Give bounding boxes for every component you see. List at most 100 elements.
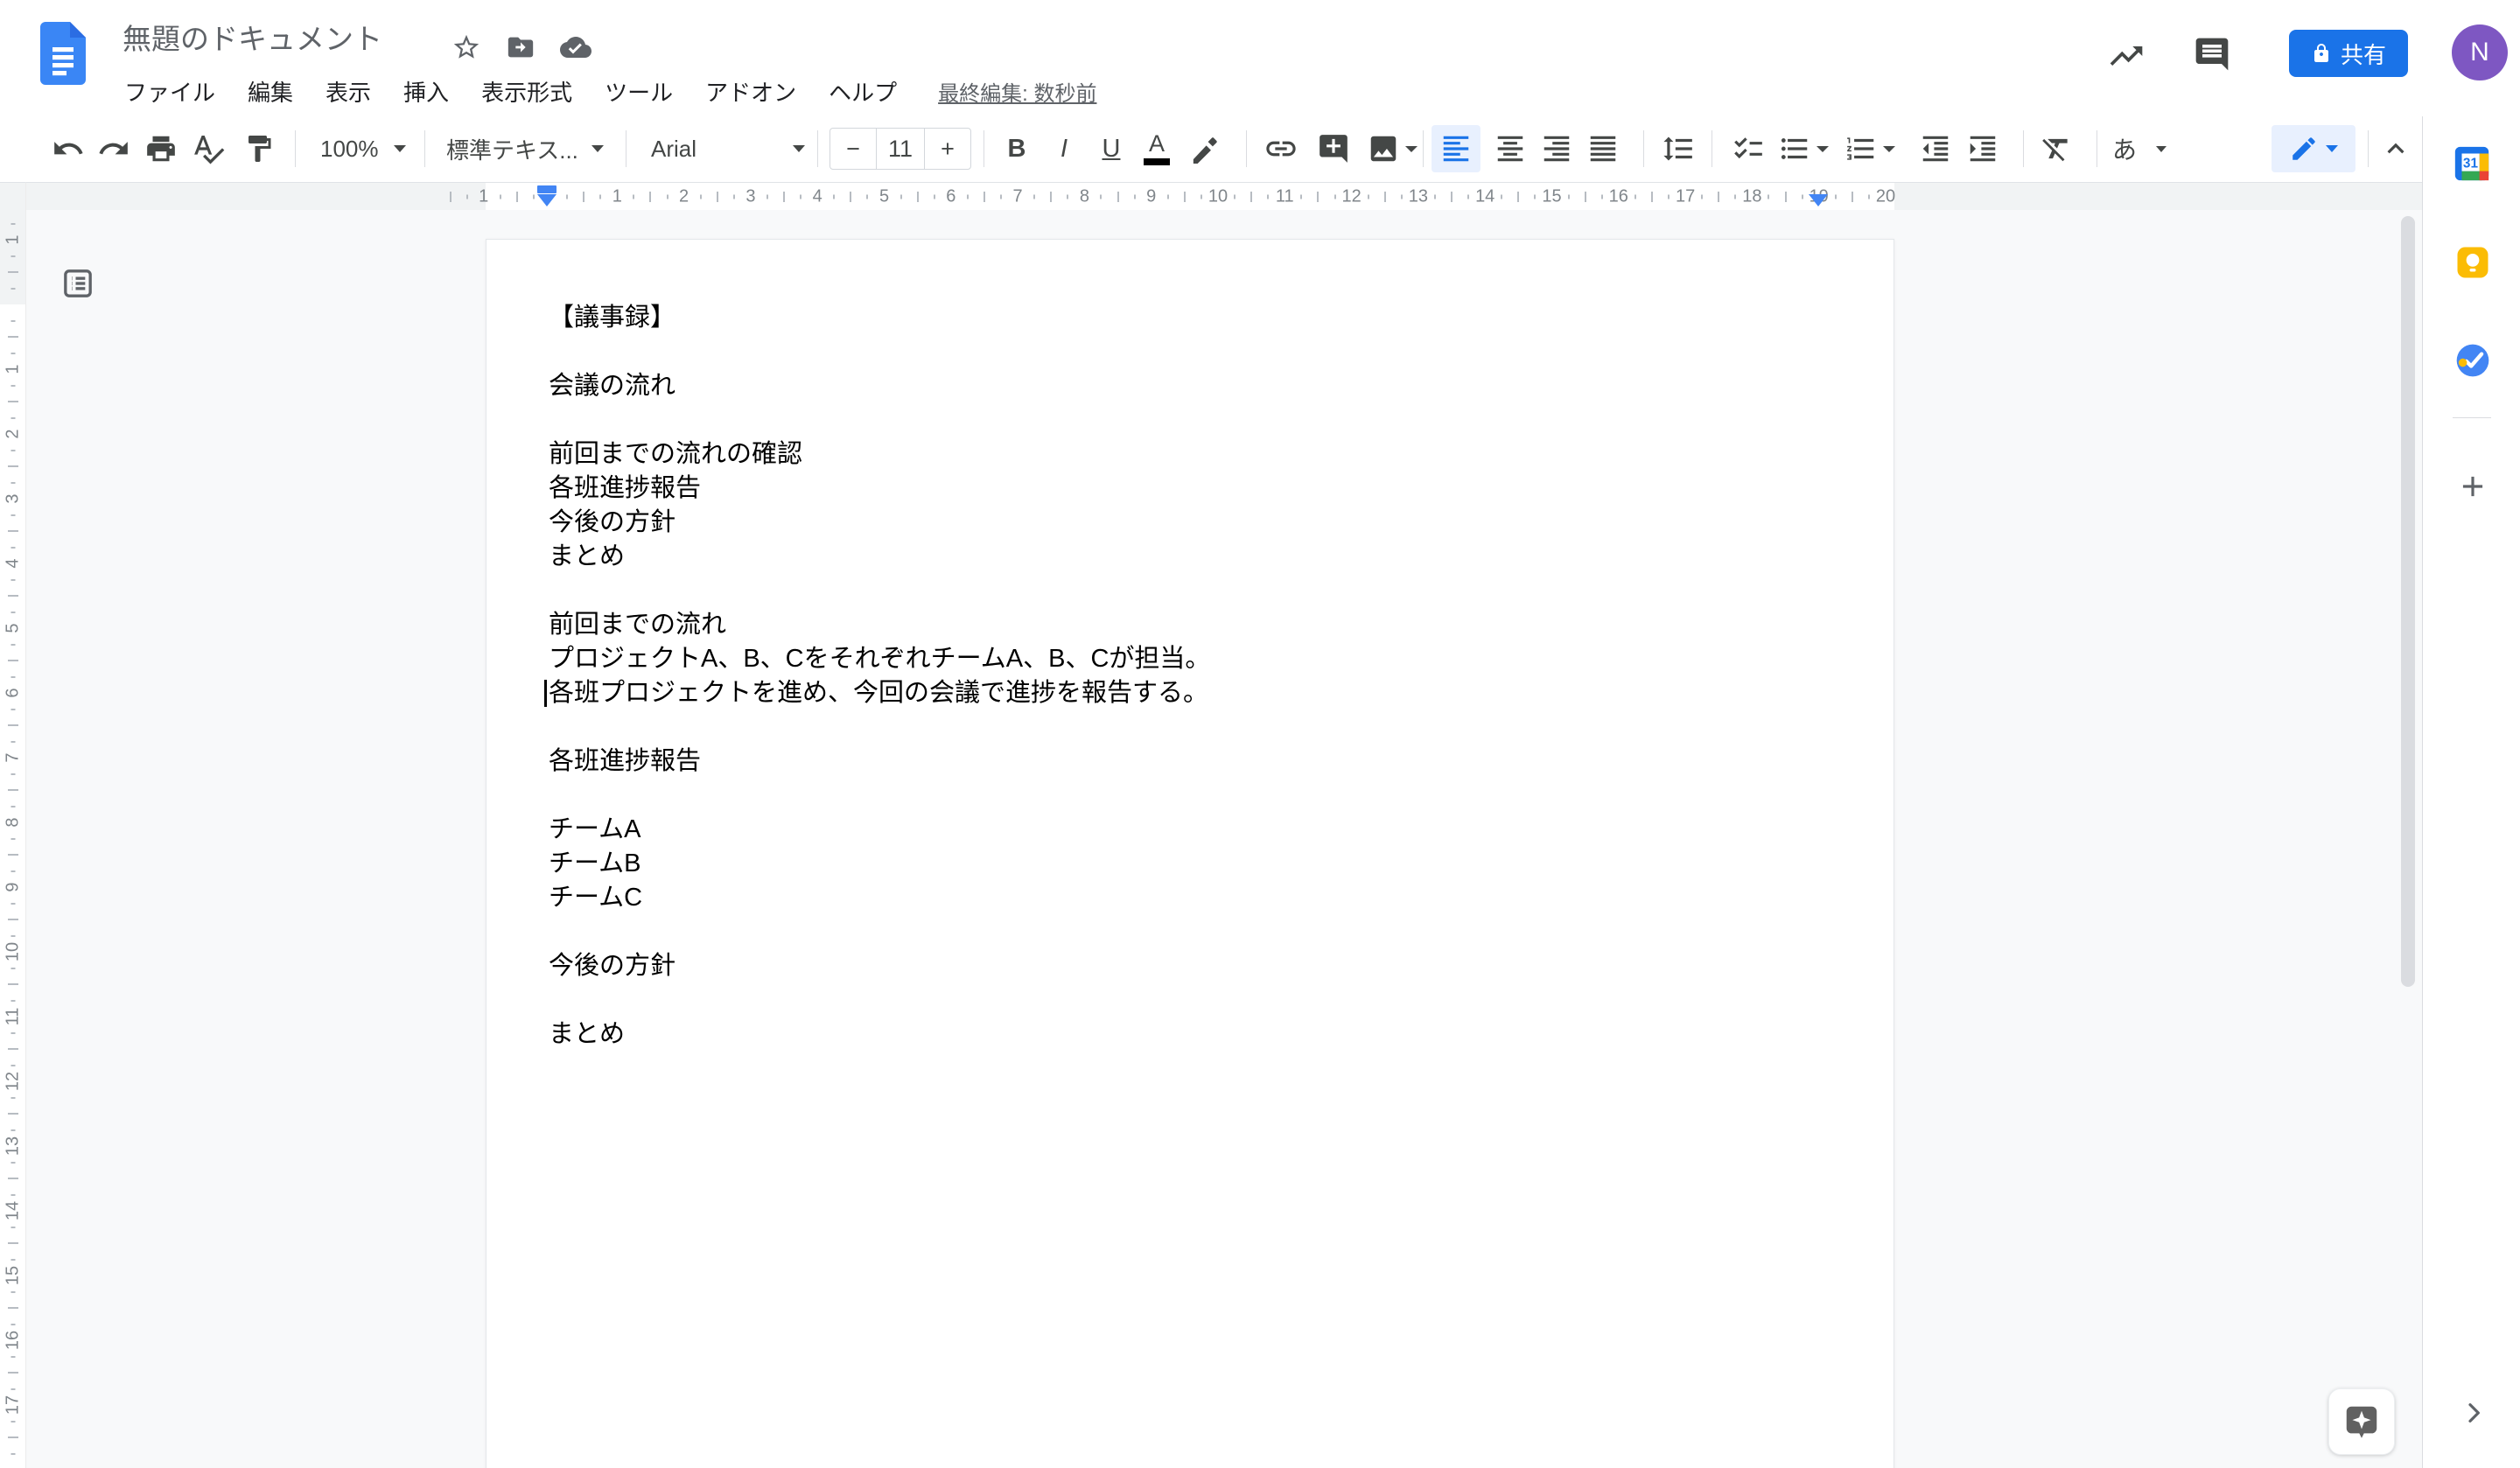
menu-item-4[interactable]: 表示形式 — [481, 75, 572, 108]
hide-side-panel-icon[interactable] — [2460, 1399, 2488, 1427]
ruler-tick — [1100, 194, 1102, 199]
chevron-down-icon — [793, 145, 805, 152]
line-spacing-button[interactable] — [1656, 125, 1701, 172]
highlight-color-button[interactable] — [1183, 125, 1228, 172]
star-icon[interactable] — [452, 31, 483, 63]
menu-item-2[interactable]: 表示 — [326, 75, 371, 108]
ruler-tick — [10, 612, 15, 613]
decrease-font-size-button[interactable]: − — [830, 129, 876, 169]
ruler-tick — [850, 192, 851, 202]
align-right-button[interactable] — [1534, 125, 1579, 172]
bullet-list-icon — [1778, 132, 1811, 165]
left-indent-marker[interactable] — [537, 194, 556, 206]
insert-link-button[interactable] — [1258, 125, 1304, 172]
checklist-button[interactable] — [1726, 125, 1771, 172]
last-edit-link[interactable]: 最終編集: 数秒前 — [938, 76, 1096, 107]
toolbar: 100% 標準テキス... Arial − 11 + B I U A — [0, 116, 2520, 182]
underline-button[interactable]: U — [1088, 125, 1134, 172]
ruler-tick — [10, 1259, 15, 1261]
menu-item-7[interactable]: ヘルプ — [829, 75, 897, 108]
first-line-indent-marker[interactable] — [537, 185, 556, 193]
ruler-tick — [1785, 192, 1787, 202]
add-comment-button[interactable] — [1311, 125, 1356, 172]
ruler-tick — [10, 288, 15, 290]
undo-button[interactable] — [46, 125, 91, 172]
menu-item-1[interactable]: 編集 — [248, 75, 293, 108]
doc-line-13: 各班進捗報告 — [549, 744, 1832, 779]
menu-item-6[interactable]: アドオン — [705, 75, 796, 108]
clear-formatting-button[interactable] — [2034, 125, 2079, 172]
chevron-down-icon — [1405, 146, 1418, 152]
ruler-tick — [1434, 194, 1436, 199]
menu-item-0[interactable]: ファイル — [124, 75, 215, 108]
bold-button[interactable]: B — [994, 125, 1040, 172]
document-title[interactable]: 無題のドキュメント — [122, 16, 382, 58]
account-avatar[interactable]: N — [2452, 24, 2508, 80]
spellcheck-button[interactable] — [186, 125, 231, 172]
print-button[interactable] — [138, 125, 184, 172]
google-docs-logo-icon[interactable] — [40, 21, 86, 86]
insert-image-button[interactable] — [1362, 125, 1423, 172]
font-select[interactable]: Arial — [642, 125, 814, 172]
share-button[interactable]: 共有 — [2289, 30, 2408, 77]
decrease-indent-button[interactable] — [1913, 125, 1958, 172]
document-text[interactable]: 【議事録】 会議の流れ 前回までの流れの確認各班進捗報告今後の方針まとめ 前回ま… — [549, 301, 1832, 1052]
ruler-number: 13 — [3, 1136, 23, 1156]
ruler-number: 3 — [746, 186, 755, 206]
paragraph-style-select[interactable]: 標準テキス... — [438, 125, 612, 172]
document-outline-icon[interactable] — [60, 266, 95, 301]
font-size-value[interactable]: 11 — [876, 129, 925, 169]
redo-button[interactable] — [91, 125, 136, 172]
align-justify-button[interactable] — [1580, 125, 1626, 172]
ruler-tick — [1267, 194, 1269, 199]
ruler-tick — [8, 724, 18, 726]
ruler-number: 4 — [3, 558, 23, 568]
cloud-saved-icon[interactable] — [560, 31, 592, 63]
ruler-tick — [10, 1194, 15, 1196]
paint-format-button[interactable] — [236, 125, 282, 172]
editing-mode-button[interactable] — [2272, 125, 2356, 172]
align-left-button[interactable] — [1432, 125, 1480, 172]
ruler-number: 20 — [1876, 186, 1895, 206]
ruler-tick — [1568, 194, 1570, 199]
ruler-tick — [10, 1227, 15, 1228]
ruler-tick — [10, 1453, 15, 1455]
google-calendar-icon[interactable]: 31 — [2452, 143, 2492, 184]
ruler-tick — [1117, 192, 1119, 202]
ruler-tick — [1401, 194, 1403, 199]
zoom-select[interactable]: 100% — [312, 125, 415, 172]
ruler-tick — [1184, 192, 1186, 202]
ruler-tick — [1368, 194, 1369, 199]
italic-button[interactable]: I — [1041, 125, 1087, 172]
ruler-tick — [10, 417, 15, 419]
document-page[interactable]: 【議事録】 会議の流れ 前回までの流れの確認各班進捗報告今後の方針まとめ 前回ま… — [486, 239, 1894, 1468]
ruler-tick — [1718, 192, 1719, 202]
explore-button[interactable] — [2328, 1388, 2395, 1455]
comment-history-icon[interactable] — [2193, 33, 2235, 75]
input-tools-button[interactable]: あ — [2105, 125, 2174, 172]
ruler-tick — [1234, 194, 1236, 199]
menu-item-3[interactable]: 挿入 — [403, 75, 449, 108]
google-keep-icon[interactable] — [2454, 244, 2491, 281]
ruler-tick — [1601, 194, 1603, 199]
menu-item-5[interactable]: ツール — [605, 75, 673, 108]
toolbar-separator — [295, 130, 296, 167]
horizontal-ruler: 11234567891011121314151617181920 — [26, 182, 2422, 210]
ruler-number: 2 — [3, 429, 23, 438]
ruler-tick — [10, 1032, 15, 1034]
ruler-tick — [10, 1421, 15, 1423]
activity-trend-icon[interactable] — [2107, 35, 2149, 77]
align-center-button[interactable] — [1488, 125, 1533, 172]
increase-font-size-button[interactable]: + — [925, 129, 970, 169]
increase-indent-button[interactable] — [1960, 125, 2006, 172]
google-tasks-icon[interactable] — [2454, 341, 2492, 380]
collapse-toolbar-button[interactable] — [2373, 125, 2418, 172]
right-indent-marker[interactable] — [1809, 194, 1828, 206]
doc-line-7: まとめ — [549, 540, 1832, 574]
bullet-list-button[interactable] — [1773, 125, 1834, 172]
move-folder-icon[interactable] — [506, 31, 537, 63]
add-addon-icon[interactable] — [2456, 470, 2489, 503]
text-color-button[interactable]: A — [1134, 125, 1180, 172]
numbered-list-button[interactable] — [1839, 125, 1900, 172]
vertical-scrollbar[interactable] — [2401, 216, 2415, 987]
